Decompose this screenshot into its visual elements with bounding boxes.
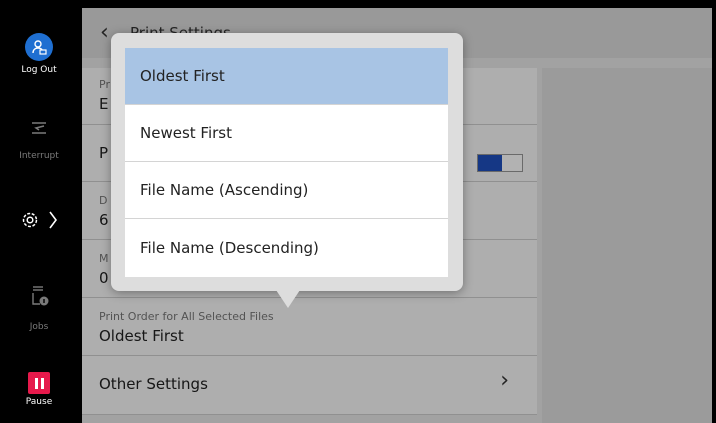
jobs-icon (32, 286, 49, 306)
jobs-button[interactable]: Jobs (0, 284, 78, 339)
gear-icon (22, 212, 38, 228)
option-file-name-descending[interactable]: File Name (Descending) (125, 219, 448, 276)
option-newest-first[interactable]: Newest First (125, 105, 448, 162)
option-list: Oldest First Newest First File Name (Asc… (125, 48, 448, 277)
option-oldest-first[interactable]: Oldest First (125, 48, 448, 105)
logout-label: Log Out (21, 65, 57, 75)
interrupt-icon (32, 122, 46, 134)
print-order-popup: Oldest First Newest First File Name (Asc… (111, 33, 463, 291)
jobs-label: Jobs (29, 322, 49, 332)
pause-icon (28, 372, 50, 394)
device-screen: Log Out Interrupt Jobs Pause ‹ Pr E P D … (0, 0, 716, 423)
option-file-name-ascending[interactable]: File Name (Ascending) (125, 162, 448, 219)
device-settings-button[interactable] (0, 200, 78, 240)
system-rail: Log Out Interrupt Jobs Pause (0, 0, 78, 423)
chevron-right-icon (49, 211, 57, 229)
user-icon (25, 33, 53, 61)
interrupt-label: Interrupt (19, 151, 59, 161)
pause-label: Pause (25, 397, 53, 407)
interrupt-button[interactable]: Interrupt (0, 117, 78, 172)
logout-button[interactable]: Log Out (0, 33, 78, 93)
pause-button[interactable]: Pause (0, 372, 78, 423)
popup-pointer (276, 290, 300, 308)
